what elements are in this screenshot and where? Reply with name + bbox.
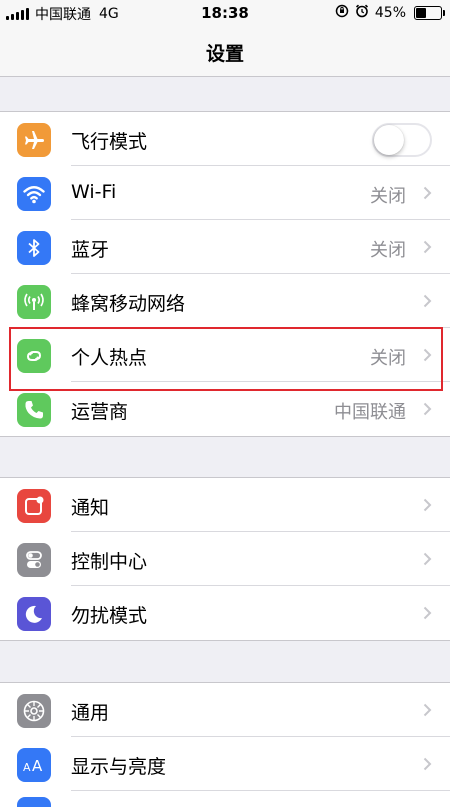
moon-icon <box>17 597 51 631</box>
row-label: 显示与亮度 <box>71 756 167 778</box>
highlight-box <box>9 327 443 391</box>
row-label: 蓝牙 <box>71 239 110 261</box>
airplane-mode-toggle[interactable] <box>372 123 432 157</box>
chevron-right-icon <box>423 606 432 620</box>
toggle-knob <box>374 125 404 155</box>
chevron-right-icon <box>423 186 432 200</box>
row-display-brightness[interactable]: AA 显示与亮度 <box>0 737 450 791</box>
gear-icon <box>17 694 51 728</box>
row-airplane-mode[interactable]: 飞行模式 <box>0 112 450 166</box>
row-label: 通用 <box>71 702 110 724</box>
svg-text:A: A <box>32 757 43 775</box>
row-value: 中国联通 <box>334 402 406 423</box>
antenna-icon <box>17 285 51 319</box>
text-size-icon: AA <box>17 748 51 782</box>
status-right: 45% <box>335 4 445 22</box>
row-value: 关闭 <box>370 186 406 207</box>
row-cellular[interactable]: 蜂窝移动网络 <box>0 274 450 328</box>
svg-text:A: A <box>23 761 31 774</box>
chevron-right-icon <box>423 757 432 771</box>
orientation-lock-icon <box>335 4 349 22</box>
row-label: 运营商 <box>71 401 129 423</box>
row-label: 勿扰模式 <box>71 605 148 627</box>
battery-icon <box>414 6 445 20</box>
status-bar: 中国联通 4G 18:38 45% <box>0 0 450 26</box>
row-value: 关闭 <box>370 240 406 261</box>
wifi-icon <box>17 177 51 211</box>
row-label: 控制中心 <box>71 551 148 573</box>
page-title: 设置 <box>205 43 244 65</box>
battery-fill <box>416 8 426 18</box>
settings-group-notifications: 通知 控制中心 勿扰模式 <box>0 477 450 641</box>
chevron-right-icon <box>423 703 432 717</box>
chevron-right-icon <box>423 402 432 416</box>
navigation-bar: 设置 <box>0 26 450 77</box>
alarm-icon <box>355 4 369 22</box>
airplane-icon <box>17 123 51 157</box>
notification-icon <box>17 489 51 523</box>
control-center-icon <box>17 543 51 577</box>
chevron-right-icon <box>423 552 432 566</box>
row-general[interactable]: 通用 <box>0 683 450 737</box>
row-wifi[interactable]: Wi-Fi 关闭 <box>0 166 450 220</box>
row-label: 通知 <box>71 497 110 519</box>
row-do-not-disturb[interactable]: 勿扰模式 <box>0 586 450 640</box>
row-label: 飞行模式 <box>71 131 148 153</box>
settings-group-general: 通用 AA 显示与亮度 <box>0 682 450 807</box>
row-control-center[interactable]: 控制中心 <box>0 532 450 586</box>
row-label: Wi-Fi <box>71 181 117 203</box>
chevron-right-icon <box>423 240 432 254</box>
row-label: 蜂窝移动网络 <box>71 293 186 315</box>
chevron-right-icon <box>423 498 432 512</box>
row-notifications[interactable]: 通知 <box>0 478 450 532</box>
row-bluetooth[interactable]: 蓝牙 关闭 <box>0 220 450 274</box>
row-partial <box>0 791 450 807</box>
chevron-right-icon <box>423 294 432 308</box>
partial-icon <box>17 797 51 807</box>
battery-percent: 45% <box>374 5 406 21</box>
phone-icon <box>17 393 51 427</box>
bluetooth-icon <box>17 231 51 265</box>
